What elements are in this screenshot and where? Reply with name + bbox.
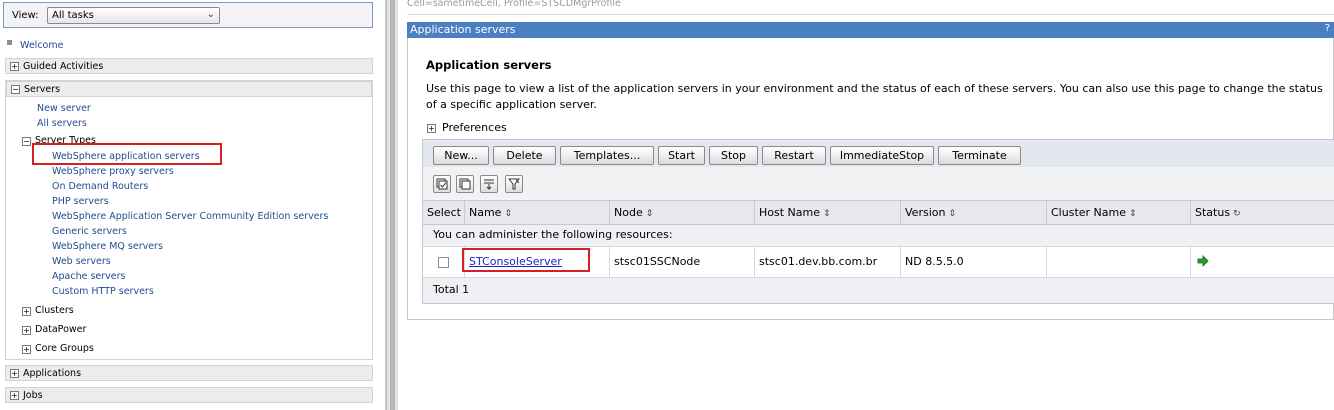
table-cell-cluster: [1047, 247, 1191, 278]
restart-button[interactable]: Restart: [762, 146, 826, 165]
portlet-title-bar: Application servers ?: [407, 22, 1334, 38]
table-tool-bar: [422, 167, 1334, 200]
view-label: View:: [12, 10, 39, 21]
nav-websphere-proxy-servers-link[interactable]: WebSphere proxy servers: [52, 166, 174, 177]
view-filter-bar: View: All tasks ⌄: [3, 2, 373, 28]
page-description: Use this page to view a list of the appl…: [426, 82, 1323, 111]
preferences-toggle[interactable]: Preferences: [442, 121, 507, 134]
action-button-bar: New... Delete Templates... Start Stop Re…: [422, 139, 1334, 167]
column-header-version[interactable]: Version ⇕: [901, 201, 1047, 225]
terminate-button[interactable]: Terminate: [938, 146, 1021, 165]
expand-icon[interactable]: +: [10, 62, 19, 71]
portlet-body: Application servers Use this page to vie…: [407, 38, 1334, 320]
highlight-box: [32, 143, 222, 165]
portlet-title: Application servers: [410, 23, 516, 36]
column-header-label: Version: [905, 206, 946, 219]
nav-section-applications[interactable]: + Applications: [5, 365, 373, 381]
nav-section-label: Servers: [24, 84, 61, 95]
sort-icon[interactable]: ⇕: [823, 209, 831, 219]
column-header-label: Cluster Name: [1051, 206, 1126, 219]
servers-section: − Servers New server All servers − Serve…: [5, 80, 373, 360]
nav-on-demand-routers-link[interactable]: On Demand Routers: [52, 181, 148, 192]
nav-all-servers-link[interactable]: All servers: [37, 118, 87, 129]
clear-filter-icon[interactable]: [505, 175, 523, 193]
start-button[interactable]: Start: [658, 146, 705, 165]
view-select[interactable]: All tasks ⌄: [47, 7, 220, 24]
expand-icon[interactable]: +: [22, 345, 31, 354]
table-total: Total 1: [423, 278, 1334, 303]
show-filter-icon[interactable]: [480, 175, 498, 193]
column-header-host[interactable]: Host Name ⇕: [755, 201, 901, 225]
expand-icon[interactable]: +: [22, 326, 31, 335]
table-cell-version: ND 8.5.5.0: [901, 247, 1047, 278]
column-header-label: Name: [469, 206, 502, 219]
templates-button[interactable]: Templates...: [560, 146, 654, 165]
nav-datapower[interactable]: DataPower: [35, 324, 86, 335]
refresh-status-icon[interactable]: ↻: [1233, 209, 1241, 219]
table-cell-host: stsc01.dev.bb.com.br: [755, 247, 901, 278]
collapse-icon[interactable]: −: [22, 137, 31, 146]
pane-splitter[interactable]: [386, 0, 398, 410]
expand-icon[interactable]: +: [10, 369, 19, 378]
row-select-checkbox[interactable]: [438, 257, 449, 268]
nav-welcome-link[interactable]: Welcome: [20, 40, 63, 51]
scope-breadcrumb: Cell=sametimeCell, Profile=STSCDMgrProfi…: [407, 0, 621, 9]
navigation-panel: View: All tasks ⌄ Welcome + Guided Activ…: [0, 0, 386, 410]
expand-icon[interactable]: +: [22, 307, 31, 316]
collapse-icon[interactable]: −: [11, 85, 20, 94]
column-header-select: Select: [423, 201, 465, 225]
nav-section-label: Jobs: [23, 390, 43, 401]
expand-icon[interactable]: +: [427, 124, 436, 133]
sort-icon[interactable]: ⇕: [646, 209, 654, 219]
nav-mq-servers-link[interactable]: WebSphere MQ servers: [52, 241, 163, 252]
chevron-down-icon: ⌄: [206, 9, 215, 20]
row-select-cell: [423, 247, 465, 278]
sort-icon[interactable]: ⇕: [948, 209, 956, 219]
nav-web-servers-link[interactable]: Web servers: [52, 256, 111, 267]
sort-icon[interactable]: ⇕: [1129, 209, 1137, 219]
nav-custom-http-servers-link[interactable]: Custom HTTP servers: [52, 286, 154, 297]
new-button[interactable]: New...: [433, 146, 489, 165]
table-cell-status: [1191, 247, 1334, 278]
deselect-all-icon[interactable]: [456, 175, 474, 193]
nav-new-server-link[interactable]: New server: [37, 103, 91, 114]
column-header-cluster[interactable]: Cluster Name ⇕: [1047, 201, 1191, 225]
page-title: Application servers: [426, 58, 552, 72]
divider: [407, 14, 1334, 15]
started-arrow-icon: [1197, 255, 1209, 267]
nav-section-servers[interactable]: − Servers: [6, 81, 372, 97]
highlight-box: [462, 248, 590, 272]
expand-icon[interactable]: +: [10, 391, 19, 400]
nav-core-groups[interactable]: Core Groups: [35, 343, 94, 354]
column-header-status[interactable]: Status ↻: [1191, 201, 1334, 225]
view-select-value: All tasks: [52, 10, 94, 21]
nav-generic-servers-link[interactable]: Generic servers: [52, 226, 127, 237]
delete-button[interactable]: Delete: [493, 146, 556, 165]
sort-icon[interactable]: ⇕: [504, 209, 512, 219]
nav-clusters[interactable]: Clusters: [35, 305, 74, 316]
splitter-grip[interactable]: [390, 0, 395, 410]
immediate-stop-button[interactable]: ImmediateStop: [830, 146, 934, 165]
nav-section-jobs[interactable]: + Jobs: [5, 387, 373, 403]
column-header-label: Status: [1195, 206, 1231, 219]
help-icon[interactable]: ?: [1325, 23, 1330, 34]
column-header-node[interactable]: Node ⇕: [610, 201, 755, 225]
nav-section-label: Applications: [23, 368, 82, 379]
column-header-name[interactable]: Name ⇕: [465, 201, 610, 225]
column-header-label: Host Name: [759, 206, 820, 219]
select-all-icon[interactable]: [433, 175, 451, 193]
stop-button[interactable]: Stop: [709, 146, 758, 165]
nav-php-servers-link[interactable]: PHP servers: [52, 196, 109, 207]
nav-section-label: Guided Activities: [23, 61, 104, 72]
nav-section-guided-activities[interactable]: + Guided Activities: [5, 58, 373, 74]
bullet-icon: [7, 40, 12, 45]
nav-community-edition-servers-link[interactable]: WebSphere Application Server Community E…: [52, 211, 328, 222]
admin-resources-row: You can administer the following resourc…: [423, 225, 1334, 247]
column-header-label: Node: [614, 206, 643, 219]
table-cell-node: stsc01SSCNode: [610, 247, 755, 278]
main-content: Cell=sametimeCell, Profile=STSCDMgrProfi…: [399, 0, 1334, 410]
nav-apache-servers-link[interactable]: Apache servers: [52, 271, 125, 282]
